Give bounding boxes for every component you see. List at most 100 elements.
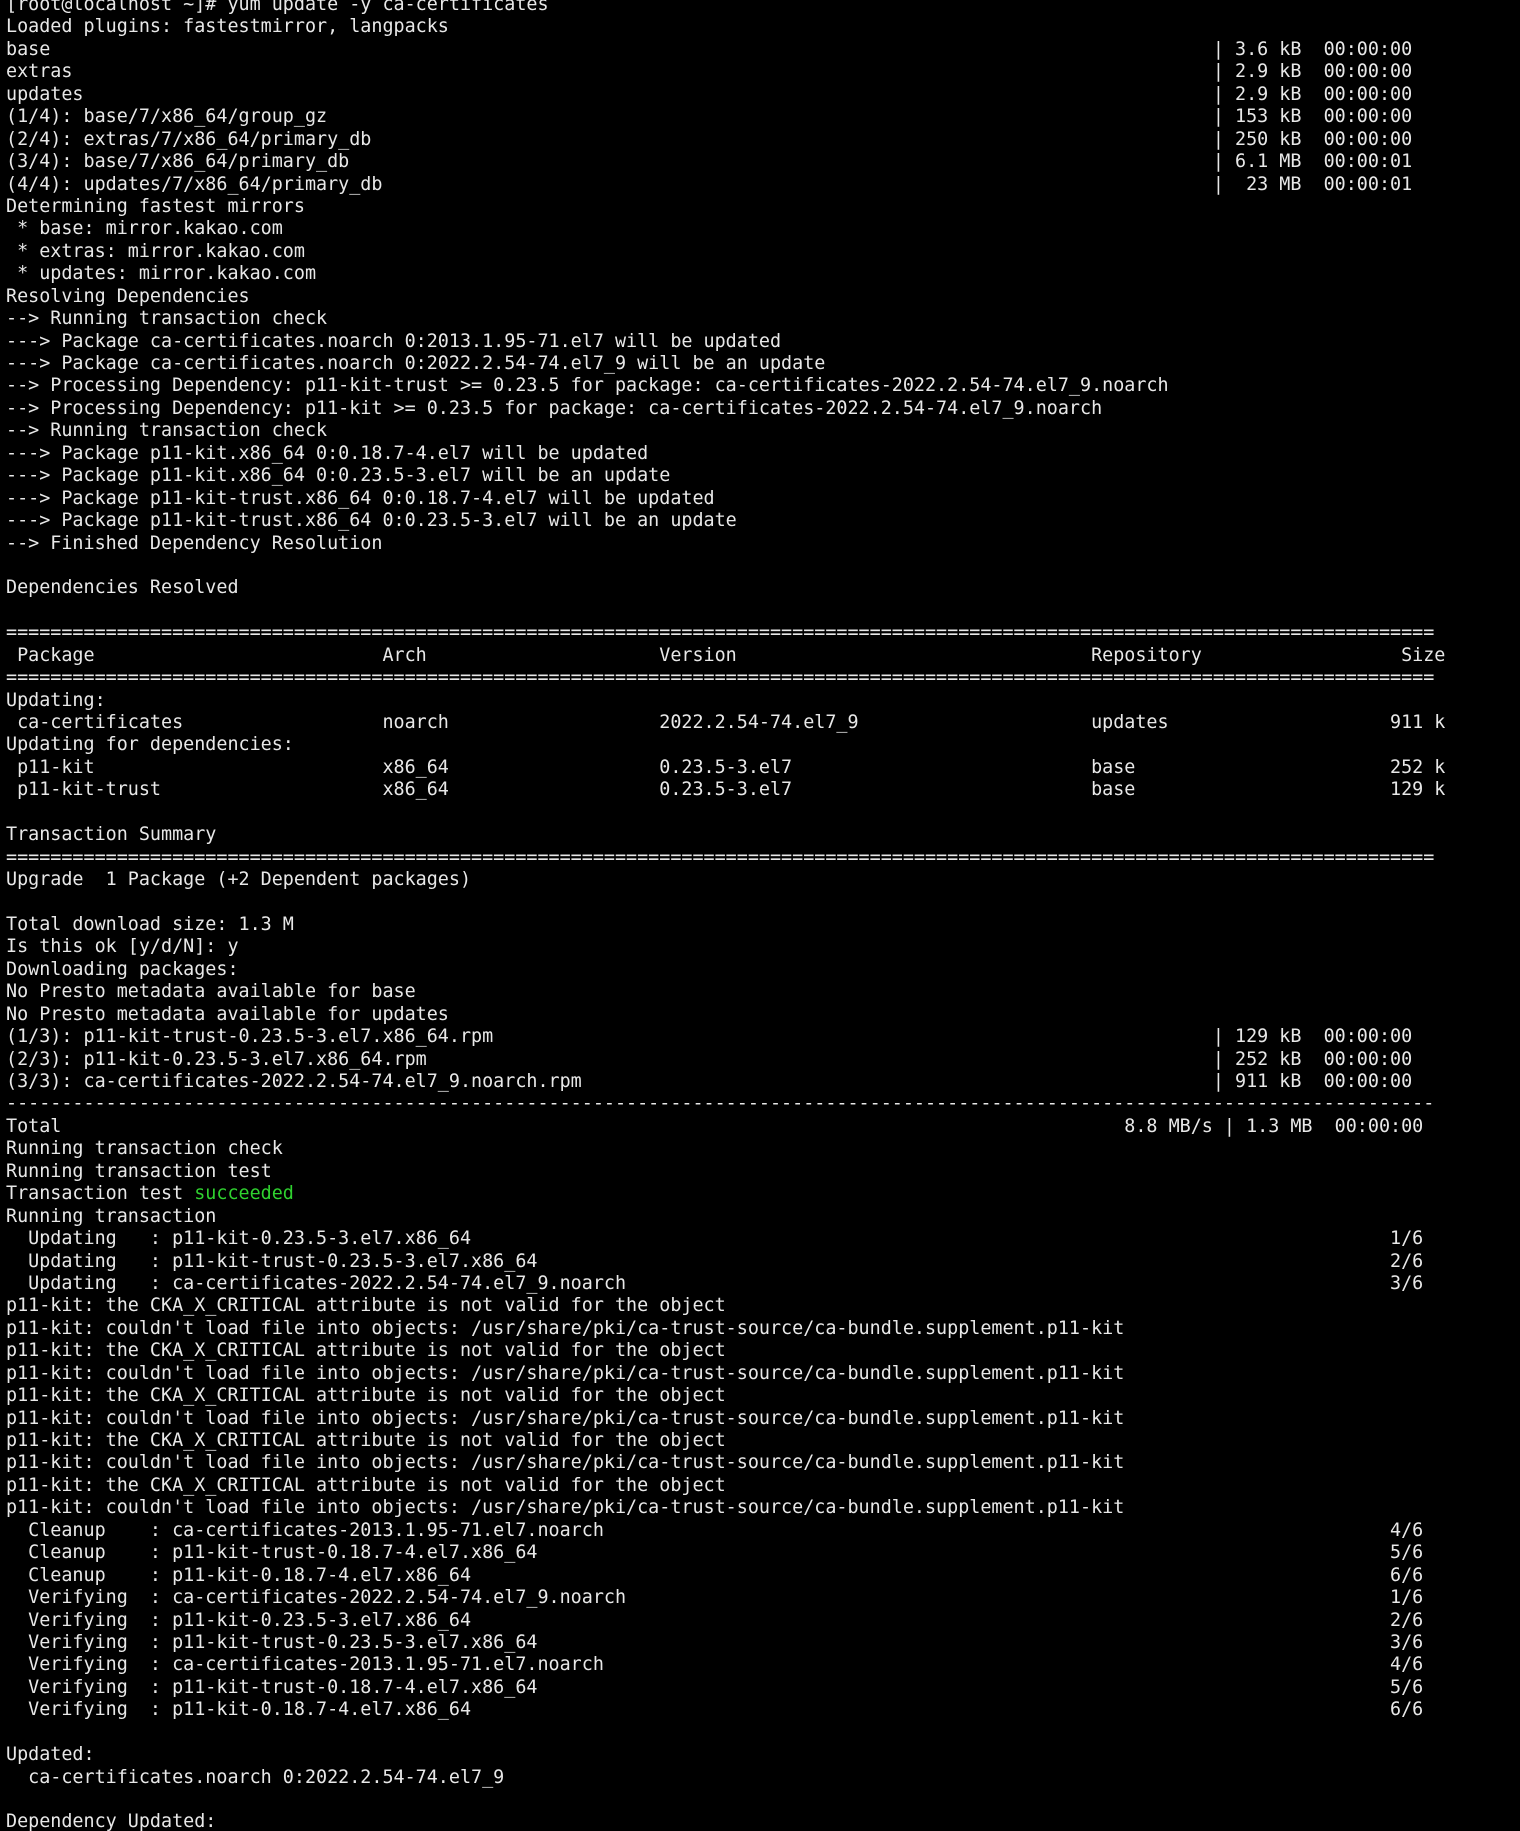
terminal-line: p11-kit: couldn't load file into objects… <box>6 1363 1516 1385</box>
terminal-line-text: Updating : ca-certificates-2022.2.54-74.… <box>6 1272 1424 1294</box>
terminal-line-text: Loaded plugins: fastestmirror, langpacks <box>6 16 449 38</box>
terminal-line-text: Transaction test <box>6 1183 195 1205</box>
terminal-line: p11-kit x86_64 0.23.5-3.el7 base 252 k <box>6 757 1516 779</box>
terminal-line-text: ---> Package p11-kit.x86_64 0:0.18.7-4.e… <box>6 442 649 464</box>
terminal-line: Cleanup : ca-certificates-2013.1.95-71.e… <box>6 1520 1516 1542</box>
terminal-line: p11-kit: the CKA_X_CRITICAL attribute is… <box>6 1385 1516 1407</box>
terminal-line-text: (1/4): base/7/x86_64/group_gz | 153 kB 0… <box>6 106 1413 128</box>
terminal-line: Updating : ca-certificates-2022.2.54-74.… <box>6 1273 1516 1295</box>
terminal-line-text: ========================================… <box>6 667 1435 689</box>
terminal-line-text: Verifying : p11-kit-trust-0.23.5-3.el7.x… <box>6 1631 1424 1653</box>
terminal-line: ========================================… <box>6 667 1516 689</box>
terminal-line: p11-kit: the CKA_X_CRITICAL attribute is… <box>6 1430 1516 1452</box>
terminal-line: Verifying : ca-certificates-2022.2.54-74… <box>6 1587 1516 1609</box>
terminal-line-text: ----------------------------------------… <box>6 1093 1435 1115</box>
terminal-line: (4/4): updates/7/x86_64/primary_db | 23 … <box>6 174 1516 196</box>
terminal-line-text: --> Running transaction check <box>6 420 328 442</box>
terminal-line: ----------------------------------------… <box>6 1093 1516 1115</box>
terminal-line-text: ---> Package ca-certificates.noarch 0:20… <box>6 330 782 352</box>
terminal-line: p11-kit-trust x86_64 0.23.5-3.el7 base 1… <box>6 779 1516 801</box>
terminal-line: ---> Package p11-kit-trust.x86_64 0:0.23… <box>6 510 1516 532</box>
terminal-line: --> Processing Dependency: p11-kit-trust… <box>6 375 1516 397</box>
terminal-line: * base: mirror.kakao.com <box>6 218 1516 240</box>
terminal-line: p11-kit: couldn't load file into objects… <box>6 1497 1516 1519</box>
terminal-line-text: Resolving Dependencies <box>6 285 250 307</box>
terminal-line: p11-kit: couldn't load file into objects… <box>6 1318 1516 1340</box>
terminal-line-text: updates | 2.9 kB 00:00:00 <box>6 83 1413 105</box>
terminal-line: Verifying : p11-kit-trust-0.18.7-4.el7.x… <box>6 1677 1516 1699</box>
terminal-line: ========================================… <box>6 847 1516 869</box>
terminal-line: ---> Package p11-kit-trust.x86_64 0:0.18… <box>6 488 1516 510</box>
terminal-line-text: base | 3.6 kB 00:00:00 <box>6 38 1413 60</box>
terminal-line-text: ca-certificates noarch 2022.2.54-74.el7_… <box>6 712 1446 733</box>
terminal-line-text: No Presto metadata available for base <box>6 981 416 1003</box>
terminal-line: extras | 2.9 kB 00:00:00 <box>6 61 1516 83</box>
terminal-line-text: ---> Package p11-kit-trust.x86_64 0:0.18… <box>6 487 715 509</box>
terminal-line: Package Arch Version Repository Size <box>6 645 1516 667</box>
terminal-line-text: --> Processing Dependency: p11-kit-trust… <box>6 375 1169 397</box>
terminal-line-text: Verifying : p11-kit-0.23.5-3.el7.x86_64 … <box>6 1609 1424 1631</box>
terminal-line-text: p11-kit: the CKA_X_CRITICAL attribute is… <box>6 1340 726 1362</box>
terminal-line-text: Updated: <box>6 1744 95 1766</box>
terminal-line-text: (2/4): extras/7/x86_64/primary_db | 250 … <box>6 128 1413 150</box>
terminal-line-text: --> Finished Dependency Resolution <box>6 532 383 554</box>
terminal-line-text: ========================================… <box>6 846 1435 868</box>
terminal-line-text: Total download size: 1.3 M <box>6 913 294 935</box>
terminal-line-text: Updating : p11-kit-0.23.5-3.el7.x86_64 1… <box>6 1228 1424 1250</box>
terminal-line: Cleanup : p11-kit-0.18.7-4.el7.x86_64 6/… <box>6 1565 1516 1587</box>
terminal-line: Running transaction check <box>6 1138 1516 1160</box>
terminal-line: ---> Package ca-certificates.noarch 0:20… <box>6 331 1516 353</box>
terminal-line-text: p11-kit x86_64 0.23.5-3.el7 base 252 k <box>6 756 1446 778</box>
terminal-line: * extras: mirror.kakao.com <box>6 241 1516 263</box>
terminal-line: (2/4): extras/7/x86_64/primary_db | 250 … <box>6 129 1516 151</box>
terminal-line: Verifying : p11-kit-0.23.5-3.el7.x86_64 … <box>6 1610 1516 1632</box>
terminal-line-text: p11-kit-trust x86_64 0.23.5-3.el7 base 1… <box>6 779 1446 801</box>
terminal-line: (3/4): base/7/x86_64/primary_db | 6.1 MB… <box>6 151 1516 173</box>
terminal-line: Dependencies Resolved <box>6 577 1516 599</box>
terminal-line: Resolving Dependencies <box>6 286 1516 308</box>
terminal-line: ---> Package ca-certificates.noarch 0:20… <box>6 353 1516 375</box>
terminal-line: (3/3): ca-certificates-2022.2.54-74.el7_… <box>6 1071 1516 1093</box>
terminal-line: Transaction test succeeded <box>6 1183 1516 1205</box>
terminal-line-text: --> Running transaction check <box>6 308 328 330</box>
terminal-line-text: (2/3): p11-kit-0.23.5-3.el7.x86_64.rpm |… <box>6 1048 1413 1070</box>
terminal-line-text: Downloading packages: <box>6 958 239 980</box>
terminal-line-text: ca-certificates.noarch 0:2022.2.54-74.el… <box>6 1766 505 1788</box>
terminal-line-text: ---> Package ca-certificates.noarch 0:20… <box>6 353 826 374</box>
terminal-line: Updating: <box>6 690 1516 712</box>
terminal-window[interactable]: [root@localhost ~]# yum update -y ca-cer… <box>0 0 1520 1831</box>
terminal-line-text: Determining fastest mirrors <box>6 195 305 217</box>
terminal-line: ca-certificates.noarch 0:2022.2.54-74.el… <box>6 1767 1516 1789</box>
terminal-line: Loaded plugins: fastestmirror, langpacks <box>6 16 1516 38</box>
terminal-line-text: p11-kit: couldn't load file into objects… <box>6 1317 1125 1339</box>
terminal-line-text: Running transaction <box>6 1205 217 1227</box>
terminal-line: (1/3): p11-kit-trust-0.23.5-3.el7.x86_64… <box>6 1026 1516 1048</box>
terminal-line: Running transaction test <box>6 1161 1516 1183</box>
terminal-line-text: Verifying : p11-kit-trust-0.18.7-4.el7.x… <box>6 1676 1424 1698</box>
terminal-line-text: p11-kit: couldn't load file into objects… <box>6 1452 1125 1474</box>
terminal-line-text: Cleanup : p11-kit-0.18.7-4.el7.x86_64 6/… <box>6 1564 1424 1586</box>
terminal-line: Verifying : p11-kit-trust-0.23.5-3.el7.x… <box>6 1632 1516 1654</box>
terminal-line-text: Dependency Updated: <box>6 1811 217 1831</box>
terminal-line: Verifying : p11-kit-0.18.7-4.el7.x86_64 … <box>6 1699 1516 1721</box>
terminal-line: Determining fastest mirrors <box>6 196 1516 218</box>
terminal-line: p11-kit: couldn't load file into objects… <box>6 1452 1516 1474</box>
terminal-line-text: p11-kit: the CKA_X_CRITICAL attribute is… <box>6 1430 726 1451</box>
terminal-line-text: p11-kit: the CKA_X_CRITICAL attribute is… <box>6 1385 726 1407</box>
terminal-line: (1/4): base/7/x86_64/group_gz | 153 kB 0… <box>6 106 1516 128</box>
terminal-line: p11-kit: couldn't load file into objects… <box>6 1408 1516 1430</box>
terminal-output: [root@localhost ~]# yum update -y ca-cer… <box>6 0 1516 1831</box>
terminal-line: Total download size: 1.3 M <box>6 914 1516 936</box>
terminal-line: ---> Package p11-kit.x86_64 0:0.23.5-3.e… <box>6 465 1516 487</box>
terminal-line-text: Updating : p11-kit-trust-0.23.5-3.el7.x8… <box>6 1250 1424 1272</box>
terminal-line: ---> Package p11-kit.x86_64 0:0.18.7-4.e… <box>6 443 1516 465</box>
terminal-line: Cleanup : p11-kit-trust-0.18.7-4.el7.x86… <box>6 1542 1516 1564</box>
terminal-line: Verifying : ca-certificates-2013.1.95-71… <box>6 1654 1516 1676</box>
terminal-line-text: ========================================… <box>6 622 1435 644</box>
terminal-line: Updated: <box>6 1744 1516 1766</box>
success-text: succeeded <box>194 1183 294 1205</box>
